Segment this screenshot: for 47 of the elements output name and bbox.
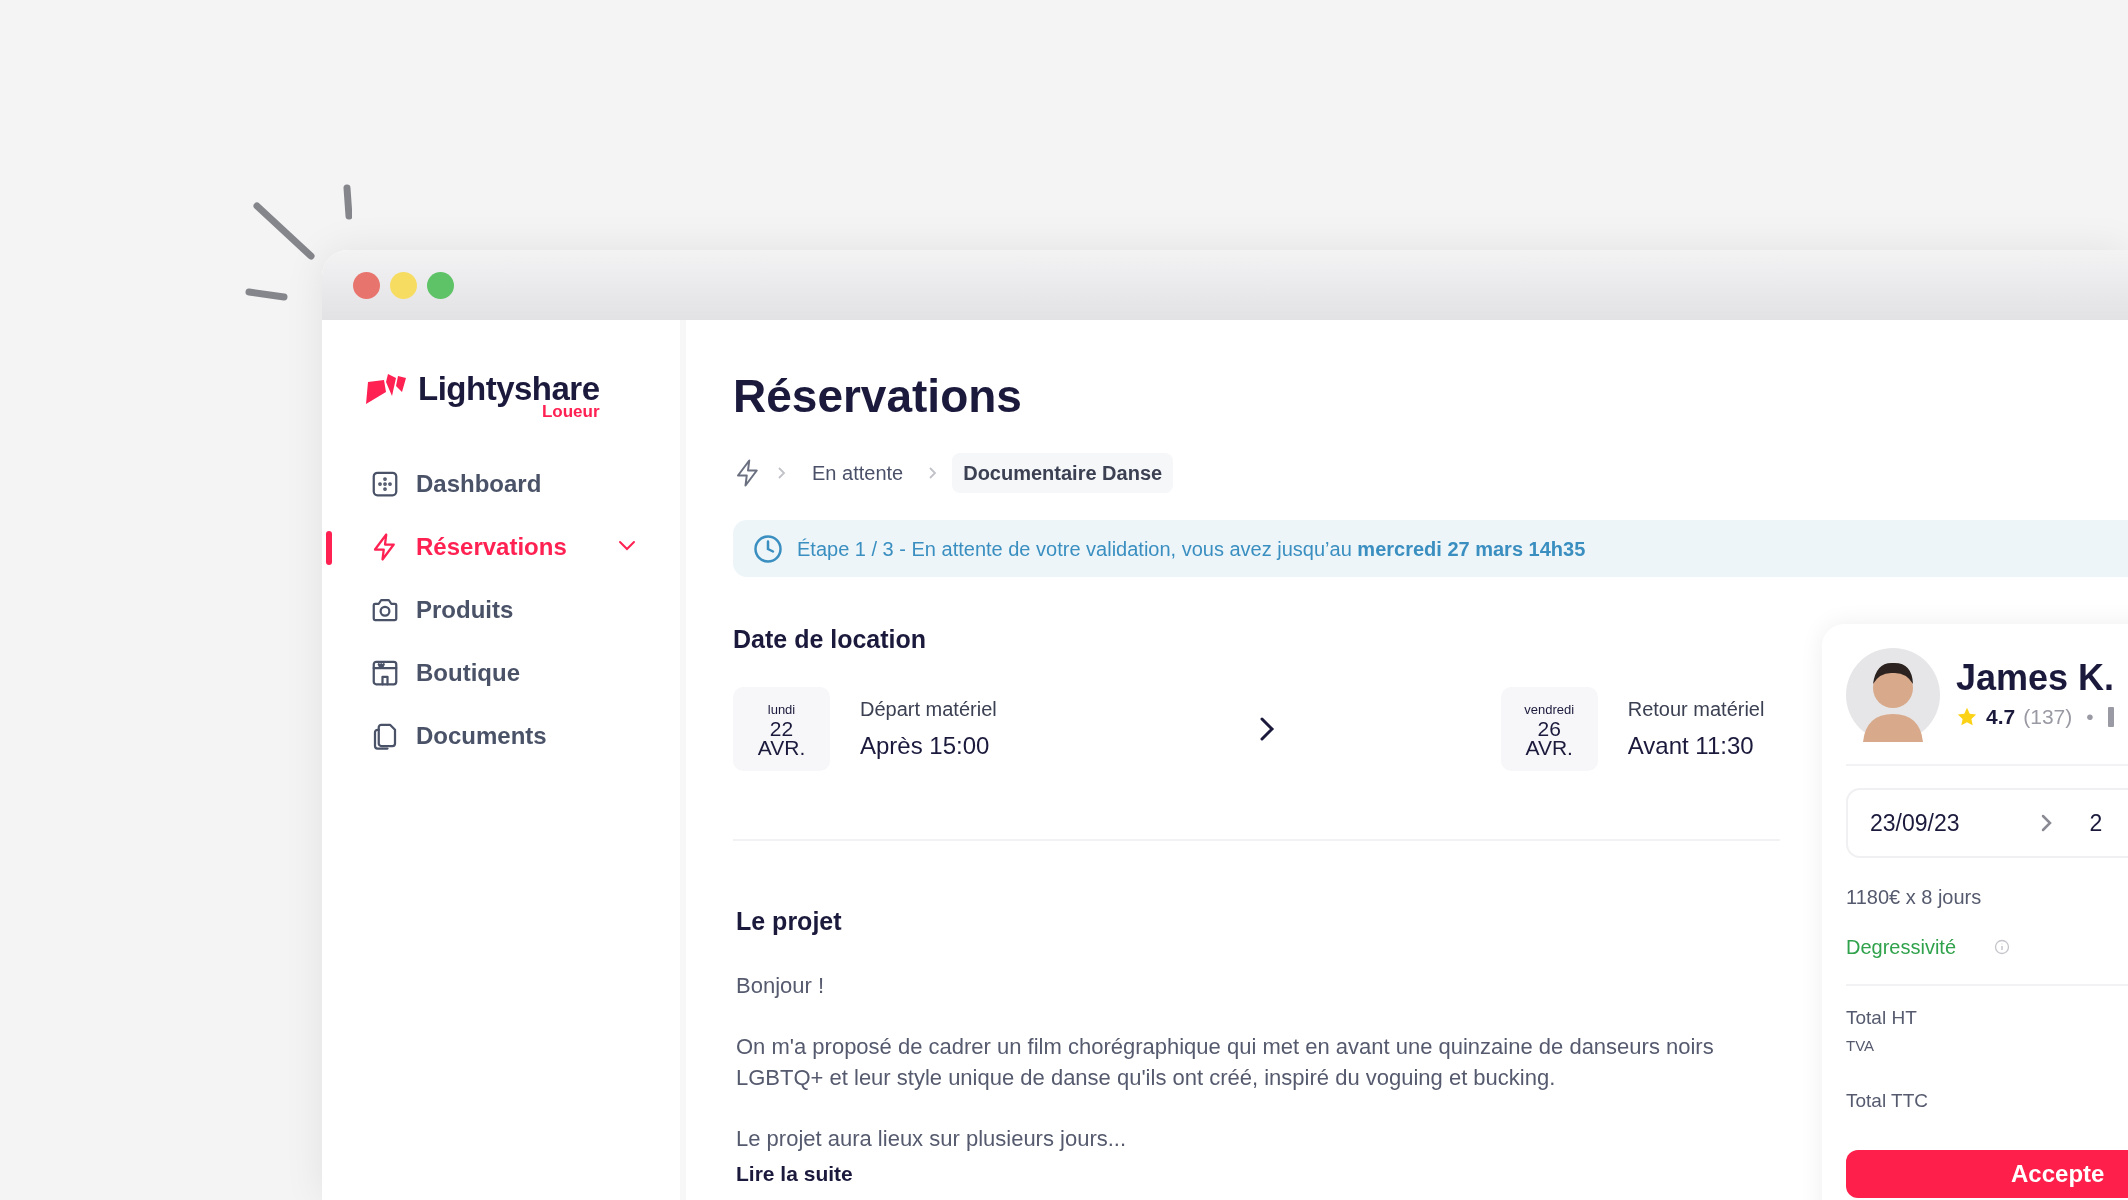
separator-dot: • <box>2086 704 2094 731</box>
breadcrumb-item[interactable]: En attente <box>801 453 915 493</box>
read-more-link[interactable]: Lire la suite <box>736 1158 1780 1190</box>
grid-icon <box>370 469 400 499</box>
chevron-right-icon <box>1258 715 1275 742</box>
tva-label: TVA <box>1846 1035 1876 1056</box>
price-line: 1180€ x 8 jours <box>1846 885 1983 910</box>
info-icon <box>1994 939 2011 955</box>
project-paragraph: Bonjour ! <box>736 972 826 1000</box>
date-time: Avant 11:30 <box>1627 730 1755 761</box>
rating-value: 4.7 <box>1986 704 2016 731</box>
sidebar-item[interactable]: Boutique <box>416 655 520 691</box>
date-range-field[interactable]: 23/09/23 2 <box>1846 788 2128 858</box>
sidebar-item[interactable]: Documents <box>416 718 547 754</box>
chevron-right-icon <box>2039 813 2054 833</box>
banner-text: Étape 1 / 3 - En attente de votre validation, vous avez jusqu’au mercredi 27 mars 14h35 <box>797 536 1586 562</box>
project-paragraph: Le projet aura lieux sur plusieurs jours... <box>736 1125 1128 1153</box>
date-label: Départ matériel <box>860 696 997 722</box>
logo-subtitle: Loueur <box>541 403 600 420</box>
badge-icon <box>2107 707 2114 727</box>
project-paragraph: On m'a proposé de cadrer un film chorégraphique qui met en avant une quinzaine de danseurs noirs LGBTQ+ et leur style unique de danse qu'ils ont créé, inspiré du voguing et bucking. <box>736 1033 1715 1092</box>
storefront-icon <box>370 658 400 688</box>
owner-name: James K. <box>1956 657 2115 700</box>
date-label: Retour matériel <box>1627 696 1765 722</box>
clock-icon <box>753 533 783 564</box>
review-count: (137) <box>2023 704 2073 731</box>
discount-label: Degressivité <box>1846 935 1957 960</box>
sidebar-item[interactable]: Produits <box>416 592 514 628</box>
date-time: Après 15:00 <box>860 730 991 761</box>
chevron-down-icon[interactable] <box>618 539 636 551</box>
total-ttc-label: Total TTC <box>1846 1089 1929 1113</box>
section-heading: Le projet <box>736 905 843 937</box>
chevron-right-icon <box>928 466 939 480</box>
star-icon <box>1956 706 1978 728</box>
maximize-button[interactable] <box>427 271 454 299</box>
chevron-right-icon <box>777 466 787 480</box>
sidebar-item[interactable]: Réservations <box>416 529 567 565</box>
page-title: Réservations <box>733 370 1023 422</box>
accept-button[interactable]: Accepte <box>1846 1149 2128 1198</box>
date-badge: vendredi 26 AVR. <box>1500 686 1598 771</box>
breadcrumb-item[interactable]: Documentaire Danse <box>952 453 1174 493</box>
logo-text: Lightyshare <box>418 372 600 405</box>
close-button[interactable] <box>353 271 380 299</box>
total-ht-label: Total HT <box>1846 1006 1918 1030</box>
date-badge: lundi 22 AVR. <box>733 686 830 771</box>
sidebar-item[interactable]: Dashboard <box>416 466 542 502</box>
section-heading: Date de location <box>733 624 928 655</box>
